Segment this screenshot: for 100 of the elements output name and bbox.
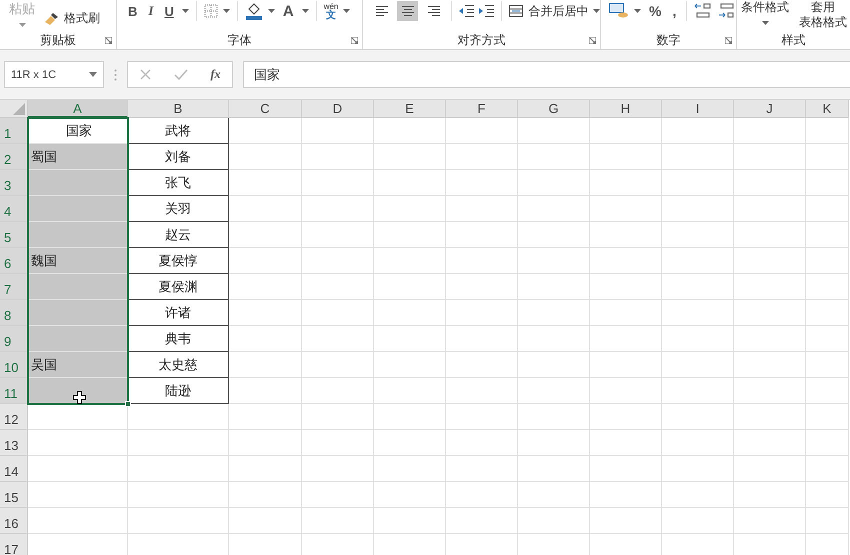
table-cell[interactable] [446,300,518,326]
table-cell[interactable] [734,144,806,170]
table-cell[interactable] [302,404,374,430]
table-cell[interactable]: 魏国 [28,248,128,274]
table-cell[interactable] [302,222,374,248]
table-cell[interactable] [518,508,590,534]
merge-center-button[interactable]: 合并后居中 [509,2,588,20]
column-header[interactable]: B [128,100,229,118]
table-cell[interactable] [374,248,446,274]
table-cell[interactable] [806,430,849,456]
table-cell[interactable] [806,170,849,196]
format-painter-button[interactable]: 格式刷 [44,10,100,27]
table-cell[interactable] [590,456,662,482]
table-cell[interactable] [662,378,734,404]
table-cell[interactable] [662,508,734,534]
table-cell[interactable] [28,222,128,248]
table-cell[interactable] [374,170,446,196]
table-cell[interactable]: 关羽 [128,196,229,222]
table-cell[interactable] [806,456,849,482]
row-header[interactable]: 1 [0,118,28,144]
conditional-format-button[interactable]: 条件格式 [741,0,789,15]
table-cell[interactable] [518,196,590,222]
table-cell[interactable] [734,118,806,144]
table-cell[interactable] [806,326,849,352]
insert-function-button[interactable]: fx [210,67,220,82]
table-cell[interactable] [446,222,518,248]
table-cell[interactable] [446,144,518,170]
dialog-launcher-icon[interactable] [105,37,112,44]
table-cell[interactable] [806,378,849,404]
table-cell[interactable] [229,300,302,326]
table-cell[interactable] [590,378,662,404]
table-cell[interactable] [374,300,446,326]
table-cell[interactable] [590,170,662,196]
table-cell[interactable] [590,352,662,378]
table-cell[interactable] [518,430,590,456]
table-cell[interactable]: 张飞 [128,170,229,196]
table-cell[interactable] [662,274,734,300]
column-header[interactable]: E [374,100,446,118]
table-cell[interactable] [518,482,590,508]
table-format-button[interactable]: 套用 表格格式 [799,0,847,30]
table-cell[interactable] [229,248,302,274]
table-cell[interactable] [374,222,446,248]
table-cell[interactable] [446,482,518,508]
table-cell[interactable] [374,508,446,534]
table-cell[interactable] [734,378,806,404]
caret-icon[interactable] [18,23,26,27]
table-cell[interactable] [374,326,446,352]
row-header[interactable]: 7 [0,274,28,300]
column-header[interactable]: C [229,100,302,118]
table-cell[interactable] [518,274,590,300]
table-cell[interactable] [518,248,590,274]
table-cell[interactable] [518,378,590,404]
table-cell[interactable] [28,170,128,196]
table-cell[interactable] [302,352,374,378]
table-cell[interactable] [806,352,849,378]
decrease-indent-icon[interactable] [458,5,474,17]
row-header[interactable]: 8 [0,300,28,326]
row-header[interactable]: 2 [0,144,28,170]
table-cell[interactable] [374,378,446,404]
row-header[interactable]: 6 [0,248,28,274]
table-cell[interactable] [734,352,806,378]
italic-button[interactable]: I [145,1,156,21]
table-cell[interactable] [734,482,806,508]
table-cell[interactable] [446,352,518,378]
caret-icon[interactable] [302,9,309,13]
column-header[interactable]: H [590,100,662,118]
table-cell[interactable] [518,300,590,326]
table-cell[interactable] [302,248,374,274]
table-cell[interactable] [590,404,662,430]
table-cell[interactable] [128,508,229,534]
table-cell[interactable] [662,482,734,508]
table-cell[interactable] [28,326,128,352]
table-cell[interactable] [734,274,806,300]
cancel-icon[interactable] [140,69,150,80]
table-cell[interactable] [374,456,446,482]
table-cell[interactable]: 夏侯惇 [128,248,229,274]
table-cell[interactable] [446,170,518,196]
table-cell[interactable] [302,196,374,222]
table-cell[interactable] [662,248,734,274]
table-cell[interactable] [28,482,128,508]
table-cell[interactable] [374,404,446,430]
table-cell[interactable] [229,196,302,222]
table-cell[interactable] [128,430,229,456]
table-cell[interactable] [229,456,302,482]
table-cell[interactable] [446,118,518,144]
row-header[interactable]: 13 [0,430,28,456]
table-cell[interactable] [662,352,734,378]
column-header[interactable]: J [734,100,806,118]
table-cell[interactable] [446,326,518,352]
table-cell[interactable] [229,222,302,248]
table-cell[interactable] [28,456,128,482]
table-cell[interactable] [302,326,374,352]
table-cell[interactable]: 吴国 [28,352,128,378]
check-icon[interactable] [174,69,188,80]
table-cell[interactable] [374,482,446,508]
table-cell[interactable] [734,326,806,352]
caret-icon[interactable] [762,21,768,25]
table-cell[interactable] [590,118,662,144]
table-cell[interactable] [806,196,849,222]
caret-icon[interactable] [593,9,600,13]
